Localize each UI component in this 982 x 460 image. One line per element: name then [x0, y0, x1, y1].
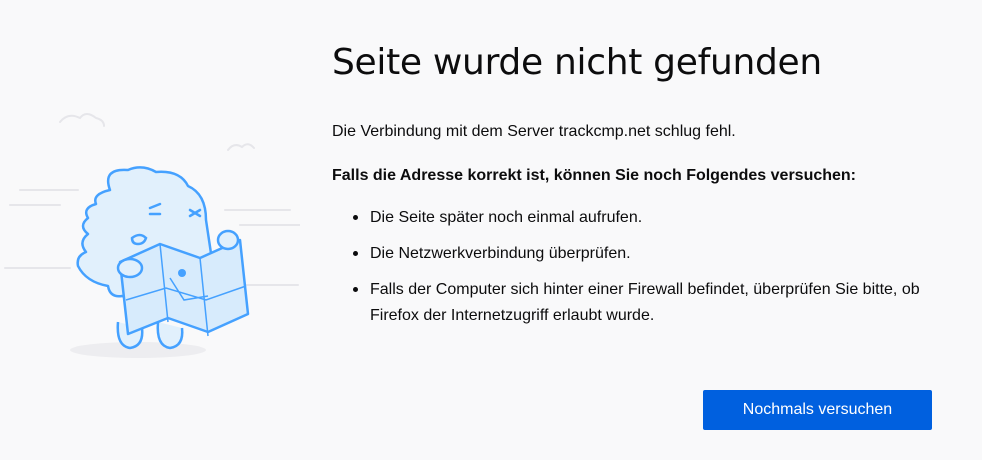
page-title: Seite wurde nicht gefunden — [332, 42, 822, 83]
error-description: Die Verbindung mit dem Server trackcmp.n… — [332, 123, 736, 140]
suggestion-item: Die Netzwerkverbindung überprüfen. — [370, 239, 952, 267]
error-page: Seite wurde nicht gefunden Die Verbindun… — [0, 0, 982, 460]
retry-button[interactable]: Nochmals versuchen — [703, 390, 932, 430]
suggestions-heading: Falls die Adresse korrekt ist, können Si… — [332, 167, 857, 184]
confused-monster-with-map-icon — [4, 113, 300, 358]
suggestions-list: Die Seite später noch einmal aufrufen. D… — [332, 203, 952, 329]
error-content: Seite wurde nicht gefunden Die Verbindun… — [332, 36, 952, 337]
suggestion-item: Die Seite später noch einmal aufrufen. — [370, 203, 952, 231]
suggestion-item: Falls der Computer sich hinter einer Fir… — [370, 275, 952, 329]
